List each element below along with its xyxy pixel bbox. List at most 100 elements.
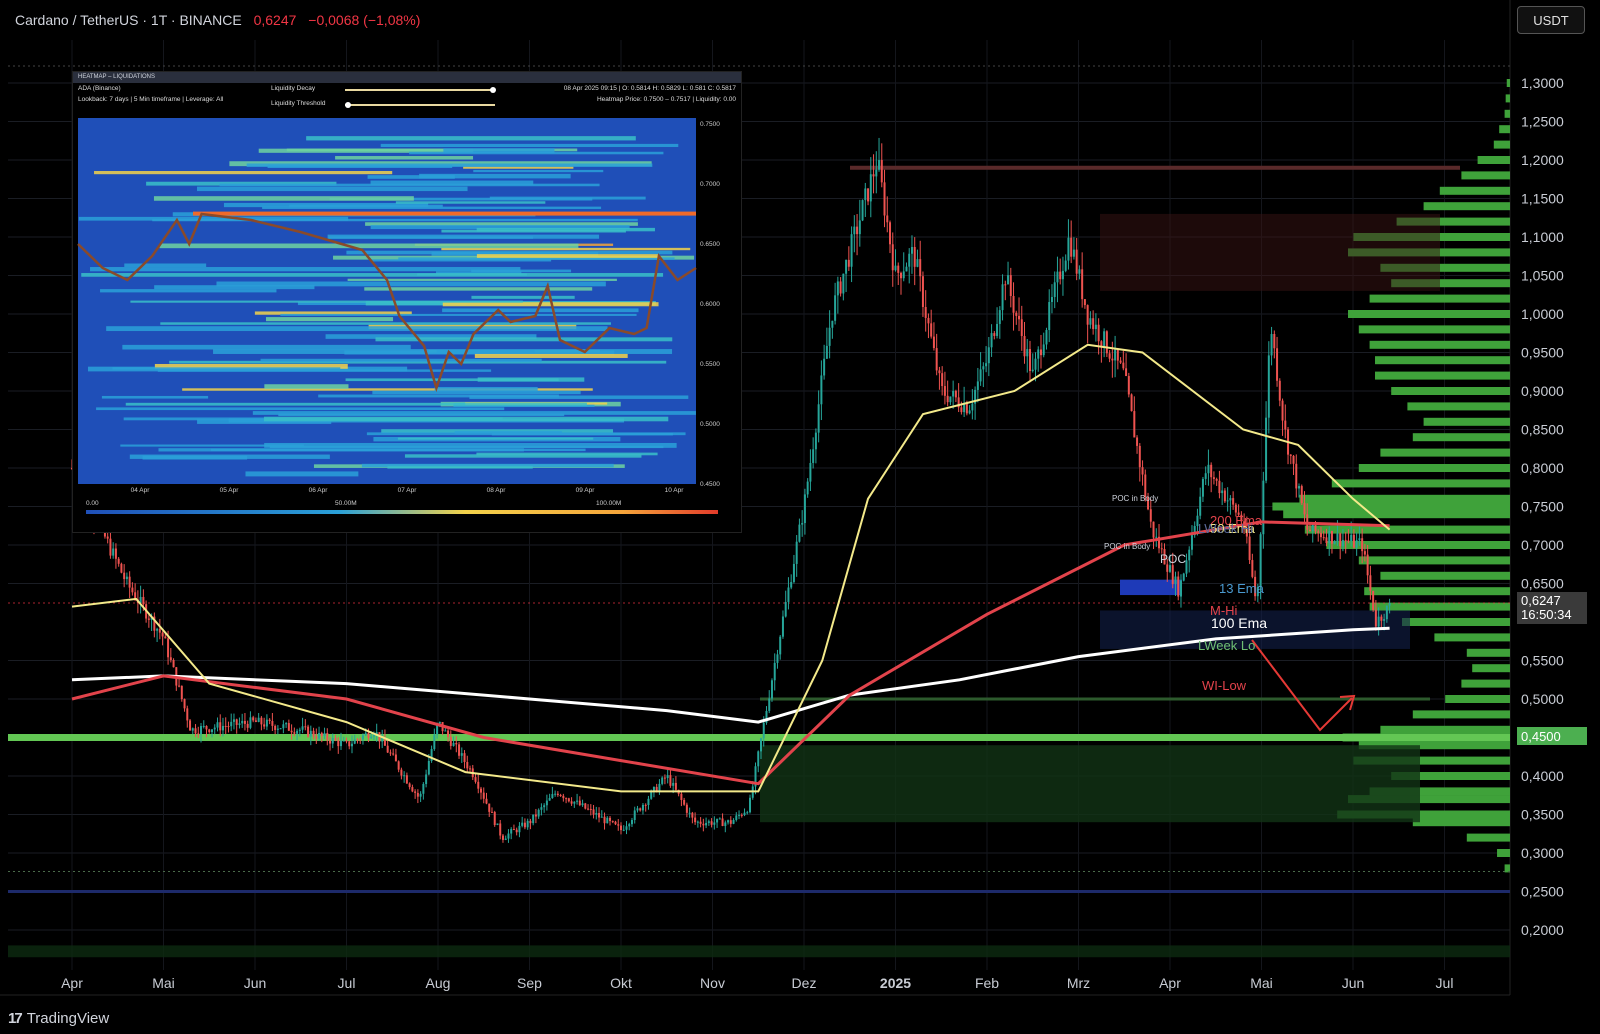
candle-body xyxy=(803,494,806,524)
heatmap-band xyxy=(81,273,664,277)
candle-body xyxy=(276,728,279,730)
candle-body xyxy=(1009,275,1012,297)
candle-body xyxy=(600,816,603,818)
candle-body xyxy=(1061,270,1064,280)
symbol-header[interactable]: Cardano / TetherUS · 1T · BINANCE 0,6247… xyxy=(15,12,420,28)
candle-body xyxy=(1018,315,1021,320)
candle-body xyxy=(548,798,551,801)
volume-profile-bar xyxy=(1412,433,1510,442)
heatmap-canvas: 0.7500 0.7000 0.6500 0.6000 0.5500 0.5000 0.45… xyxy=(77,118,720,514)
x-tick-label: Jul xyxy=(338,975,356,991)
candle-body xyxy=(880,160,883,183)
candle-body xyxy=(576,800,579,802)
candle-body xyxy=(252,717,255,721)
heatmap-band xyxy=(159,243,579,249)
candle-body xyxy=(1094,324,1097,330)
candle-body xyxy=(537,809,540,817)
y-tick-label: 1,1500 xyxy=(1521,191,1564,207)
candle-body xyxy=(293,732,296,734)
candle-body xyxy=(768,698,771,711)
candle-body xyxy=(106,536,109,539)
heatmap-band xyxy=(397,437,594,440)
volume-profile-bar xyxy=(1380,725,1510,734)
candle-body xyxy=(916,259,919,267)
candle-body xyxy=(680,793,683,800)
candle-body xyxy=(790,581,793,588)
candle-body xyxy=(930,323,933,337)
candle-body xyxy=(219,722,222,731)
candle-body xyxy=(290,730,293,733)
heatmap-band xyxy=(318,394,559,398)
candle-body xyxy=(578,800,581,806)
candle-body xyxy=(301,726,304,730)
volume-profile-bar xyxy=(1331,479,1510,488)
heatmap-band xyxy=(106,326,608,332)
candle-body xyxy=(710,821,713,825)
volume-profile-bar xyxy=(1439,186,1510,195)
heatmap-band xyxy=(264,384,349,389)
candle-body xyxy=(243,720,246,724)
candle-body xyxy=(683,799,686,805)
candle-body xyxy=(386,745,389,753)
candle-body xyxy=(644,804,647,806)
candle-body xyxy=(400,769,403,776)
candle-body xyxy=(504,838,507,840)
candle-body xyxy=(142,596,145,605)
candle-body xyxy=(526,820,529,828)
volume-profile-bar xyxy=(1369,602,1510,611)
symbol-title[interactable]: Cardano / TetherUS · 1T · BINANCE xyxy=(15,12,242,28)
candle-body xyxy=(1067,237,1070,261)
candle-body xyxy=(114,548,117,559)
candle-body xyxy=(120,563,123,573)
candle-body xyxy=(812,449,815,463)
candle-body xyxy=(867,188,870,202)
candle-body xyxy=(1215,478,1218,481)
inset-x-tick: 08 Apr xyxy=(487,487,507,494)
heatmap-band xyxy=(471,295,575,299)
candle-body xyxy=(543,805,546,808)
annotation-label: 13 Ema xyxy=(1219,581,1265,596)
candle-body xyxy=(598,813,601,818)
x-tick-label: Mrz xyxy=(1067,975,1090,991)
candle-body xyxy=(477,781,480,789)
tradingview-brand[interactable]: 17 TradingView xyxy=(8,1010,109,1027)
candle-body xyxy=(1108,353,1111,359)
candle-body xyxy=(109,538,112,556)
x-tick-label: Feb xyxy=(975,975,999,991)
candle-body xyxy=(976,381,979,390)
candle-body xyxy=(411,787,414,792)
candle-body xyxy=(191,728,194,731)
heatmap-band xyxy=(476,452,658,456)
candle-body xyxy=(359,739,362,741)
candle-body xyxy=(784,601,787,617)
candle-body xyxy=(307,726,310,737)
candle-body xyxy=(1171,565,1174,585)
candle-body xyxy=(312,730,315,737)
candle-body xyxy=(836,281,839,296)
y-tick-label: 0,7500 xyxy=(1521,499,1564,515)
candle-body xyxy=(1174,576,1177,585)
y-tick-label: 0,9000 xyxy=(1521,383,1564,399)
candle-body xyxy=(235,719,238,725)
candle-body xyxy=(1369,575,1372,591)
candle-body xyxy=(167,638,170,658)
heatmap-band xyxy=(196,186,468,192)
heatmap-band xyxy=(434,386,538,392)
candle-body xyxy=(672,782,675,786)
candle-body xyxy=(724,822,727,827)
candle-body xyxy=(932,336,935,349)
candle-body xyxy=(946,395,949,403)
volume-profile-bar xyxy=(1358,464,1510,472)
candle-body xyxy=(889,222,892,245)
candle-body xyxy=(617,824,620,826)
candle-body xyxy=(814,432,817,450)
annotation-label: POC in Body xyxy=(1104,542,1150,551)
y-tick-label: 1,1000 xyxy=(1521,229,1564,245)
supply-zone xyxy=(1100,213,1440,291)
heatmap-band xyxy=(387,466,533,469)
inset-x-tick: 10 Apr xyxy=(665,487,685,494)
candle-body xyxy=(581,803,584,806)
currency-button[interactable]: USDT xyxy=(1517,6,1585,34)
candle-body xyxy=(688,812,691,814)
candle-body xyxy=(458,744,461,756)
